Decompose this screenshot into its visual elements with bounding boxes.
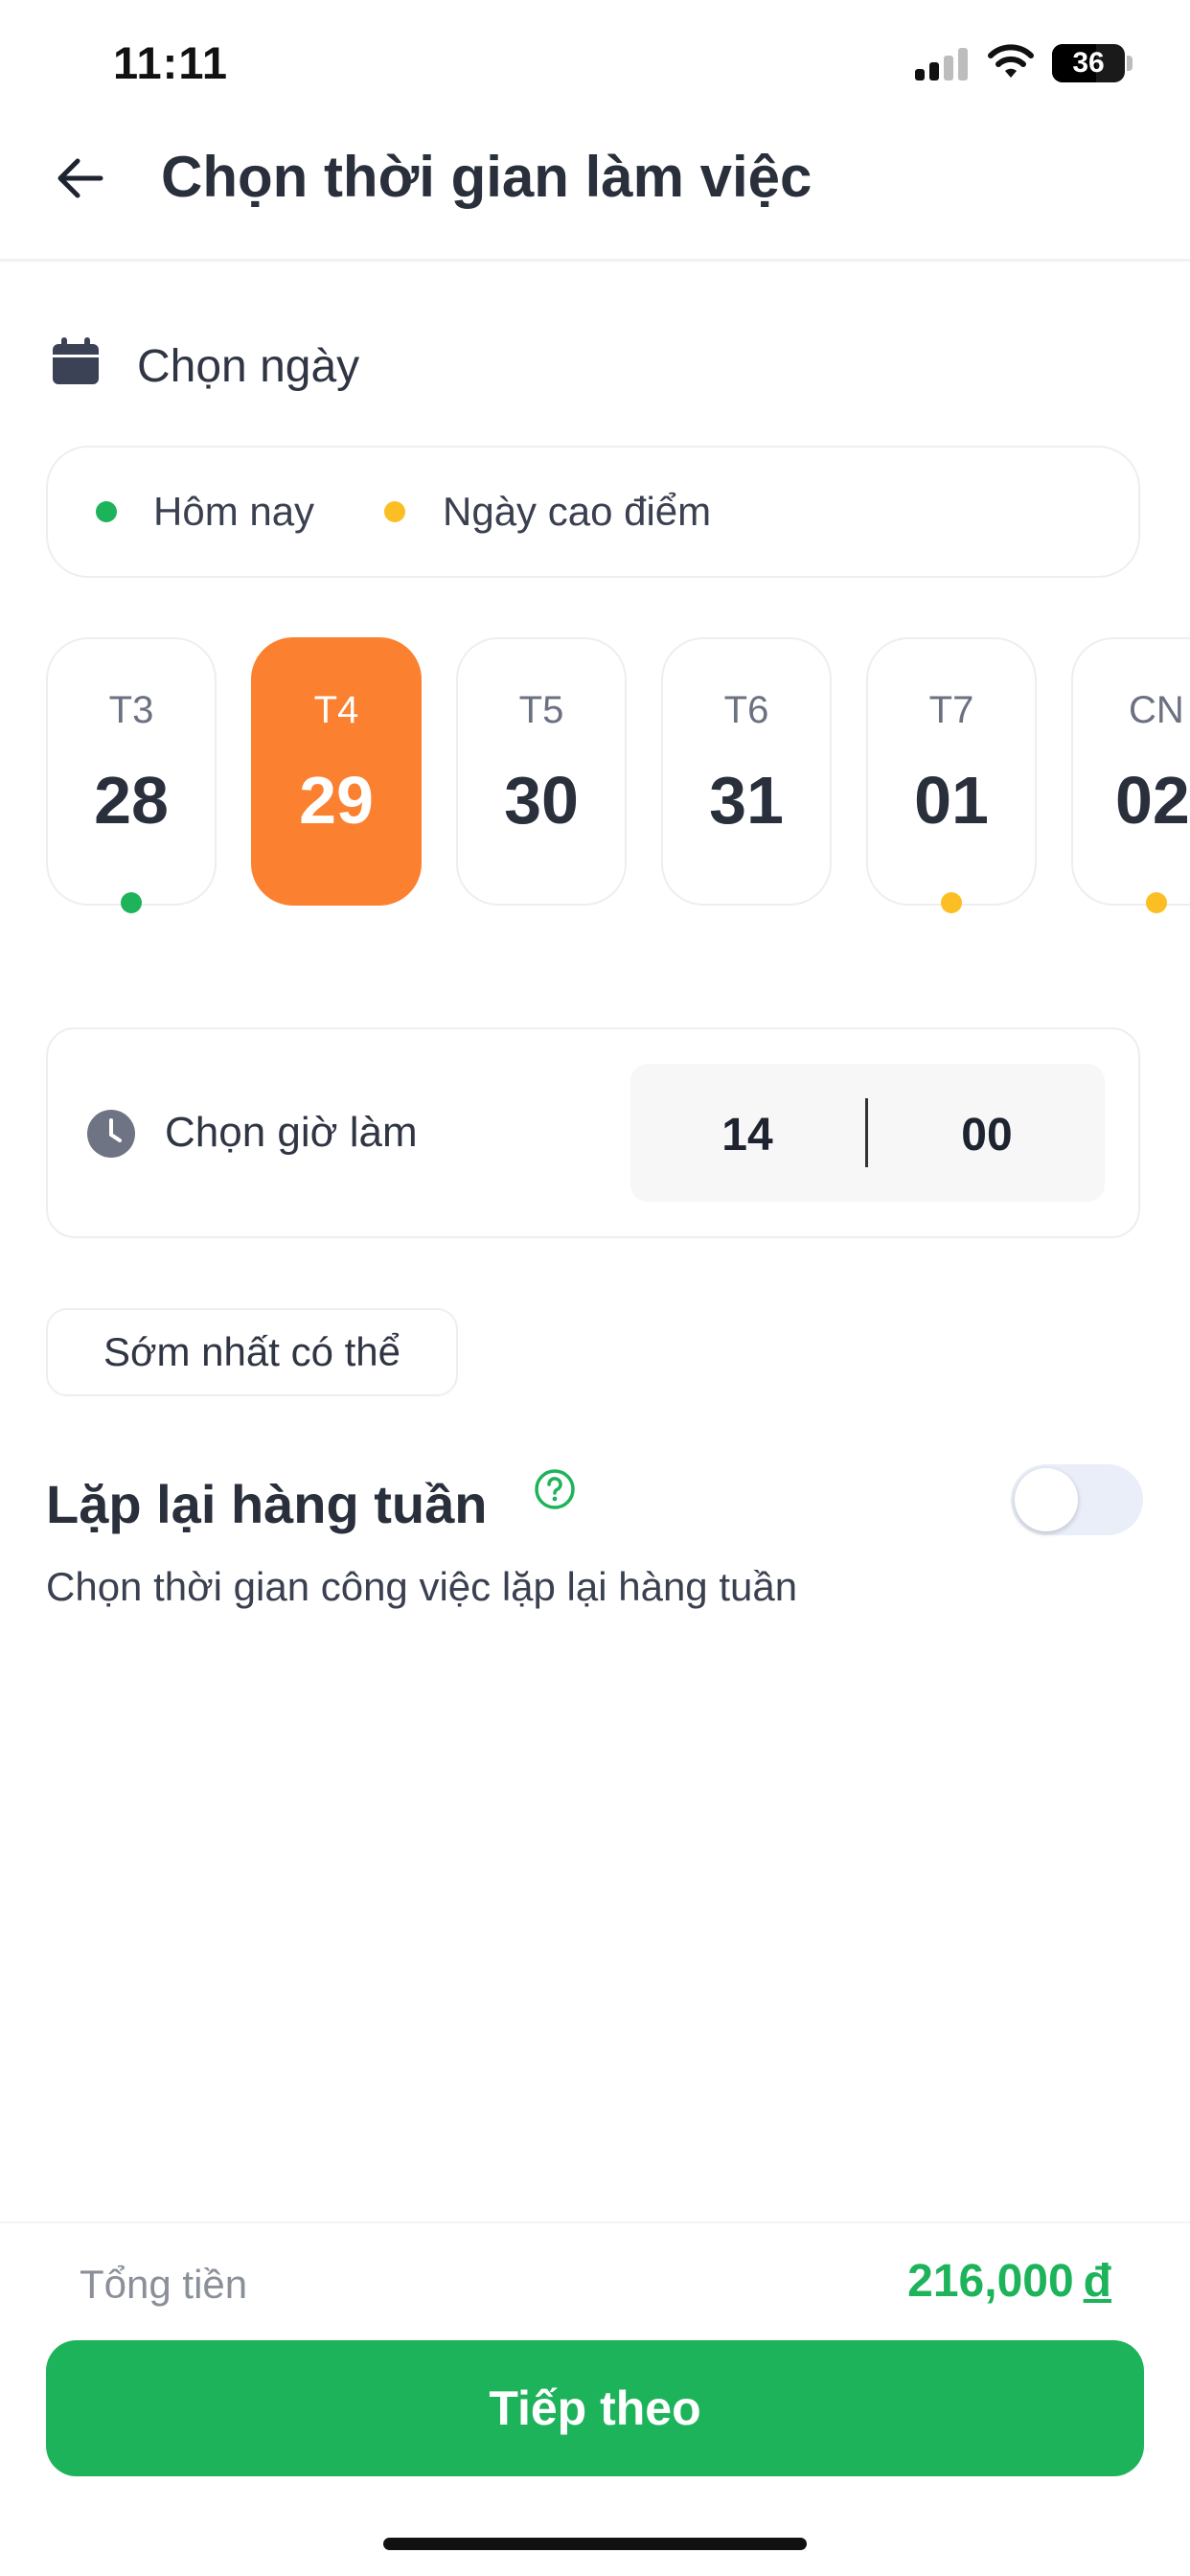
peak-legend-label: Ngày cao điểm <box>443 489 712 534</box>
today-legend-dot <box>96 501 117 522</box>
day-card-29[interactable]: T4 29 <box>251 637 422 906</box>
day-number: 31 <box>709 763 784 838</box>
page-title: Chọn thời gian làm việc <box>161 145 812 209</box>
total-amount-value: 216,000 <box>907 2256 1074 2307</box>
peak-legend-dot <box>384 501 405 522</box>
asap-button[interactable]: Sớm nhất có thể <box>46 1308 458 1396</box>
day-weekday: T5 <box>518 689 564 731</box>
back-arrow-icon[interactable] <box>53 151 106 205</box>
wifi-icon <box>988 44 1034 78</box>
day-weekday: T4 <box>313 689 359 731</box>
toggle-knob <box>1015 1468 1078 1531</box>
header-divider <box>0 259 1190 262</box>
minute-value[interactable]: 00 <box>929 1109 1044 1162</box>
battery-level-text: 36 <box>1072 47 1105 79</box>
today-marker-dot <box>121 892 142 913</box>
weekly-repeat-toggle[interactable] <box>1011 1464 1143 1535</box>
day-number: 01 <box>914 763 989 838</box>
status-time: 11:11 <box>113 37 229 88</box>
home-indicator <box>383 2538 807 2550</box>
time-separator <box>865 1098 868 1167</box>
weekly-repeat-description: Chọn thời gian công việc lặp lại hàng tu… <box>46 1564 798 1609</box>
total-amount: 216,000 đ <box>786 2255 1111 2308</box>
choose-day-label: Chọn ngày <box>137 341 360 392</box>
currency-symbol: đ <box>1083 2256 1111 2307</box>
cellular-signal-icon <box>915 48 969 80</box>
day-card-01[interactable]: T7 01 <box>866 637 1037 906</box>
day-number: 02 <box>1115 763 1190 838</box>
today-legend-label: Hôm nay <box>153 489 315 534</box>
day-number: 30 <box>504 763 579 838</box>
day-card-02[interactable]: CN 02 <box>1071 637 1190 906</box>
day-card-31[interactable]: T6 31 <box>661 637 832 906</box>
weekly-repeat-title: Lặp lại hàng tuần <box>46 1474 488 1534</box>
day-card-30[interactable]: T5 30 <box>456 637 627 906</box>
clock-icon <box>87 1110 135 1158</box>
next-button[interactable]: Tiếp theo <box>46 2340 1144 2476</box>
choose-time-label: Chọn giờ làm <box>165 1109 418 1156</box>
total-label: Tổng tiền <box>80 2262 248 2307</box>
day-weekday: CN <box>1129 689 1184 731</box>
day-weekday: T3 <box>108 689 154 731</box>
battery-icon: 36 <box>1052 44 1125 82</box>
footer-divider <box>0 2221 1190 2223</box>
day-weekday: T7 <box>928 689 974 731</box>
day-weekday: T6 <box>723 689 769 731</box>
hour-value[interactable]: 14 <box>690 1109 805 1162</box>
calendar-icon <box>53 337 99 384</box>
day-number: 29 <box>299 763 374 838</box>
help-icon[interactable] <box>534 1468 576 1510</box>
day-number: 28 <box>94 763 169 838</box>
battery-cap <box>1127 56 1133 71</box>
day-card-28[interactable]: T3 28 <box>46 637 217 906</box>
peak-marker-dot <box>941 892 962 913</box>
peak-marker-dot <box>1146 892 1167 913</box>
